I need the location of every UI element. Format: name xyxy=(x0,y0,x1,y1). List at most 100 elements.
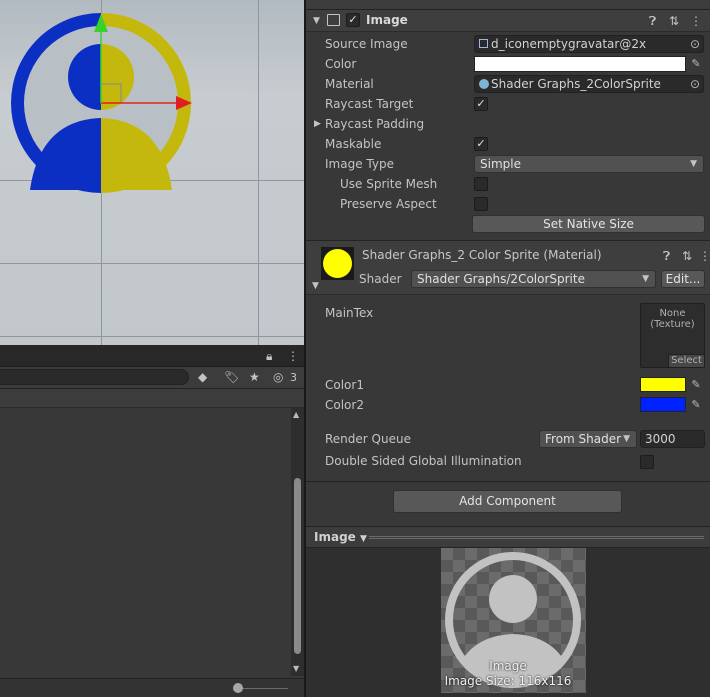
shader-value: Shader Graphs/2ColorSprite xyxy=(417,272,585,286)
preview-tab-label: Image xyxy=(314,530,356,544)
use-sprite-mesh-checkbox[interactable] xyxy=(474,177,488,191)
image-type-label: Image Type xyxy=(325,157,394,171)
maintex-select-button[interactable]: Select xyxy=(668,354,704,367)
material-row: Material Shader Graphs_2ColorSprite ⊙ xyxy=(306,74,710,94)
source-image-field[interactable]: d_iconemptygravatar@2x ⊙ xyxy=(474,35,704,53)
maskable-checkbox[interactable]: ✓ xyxy=(474,137,488,151)
preview-header: Image ▼ xyxy=(306,526,710,548)
raycast-target-checkbox[interactable]: ✓ xyxy=(474,97,488,111)
inspector-panel: ▼ ✓ Image ❓︎ ⇅ ⋮ Source Image d_iconempt… xyxy=(306,0,710,697)
render-queue-row: Render Queue From Shader ▼ 3000 xyxy=(306,429,710,449)
color1-label: Color1 xyxy=(325,378,364,392)
source-image-value: d_iconemptygravatar@2x xyxy=(491,37,647,51)
material-field[interactable]: Shader Graphs_2ColorSprite ⊙ xyxy=(474,75,704,93)
render-queue-label: Render Queue xyxy=(325,432,411,446)
color1-row: Color1 ✎ xyxy=(306,375,710,395)
material-preview-sphere xyxy=(323,249,352,278)
image-component-header[interactable]: ▼ ✓ Image ❓︎ ⇅ ⋮ xyxy=(306,10,710,32)
separator xyxy=(306,481,710,482)
image-type-dropdown[interactable]: Simple ▼ xyxy=(474,155,704,173)
object-picker-icon[interactable]: ⊙ xyxy=(690,36,700,52)
dropdown-arrow-icon: ▼ xyxy=(623,434,630,444)
sprite-icon xyxy=(479,39,488,48)
scroll-up-icon[interactable]: ▲ xyxy=(293,410,299,419)
zoom-slider-track[interactable] xyxy=(238,688,288,689)
maintex-slot[interactable]: None (Texture) Select xyxy=(640,303,705,368)
preview-drag-handle[interactable] xyxy=(369,536,704,539)
set-native-size-button[interactable]: Set Native Size xyxy=(472,215,705,233)
render-queue-dropdown[interactable]: From Shader ▼ xyxy=(539,430,637,448)
preview-tab[interactable]: Image ▼ xyxy=(314,530,367,544)
preview-area: Image Image Size: 116x116 xyxy=(306,548,710,697)
hidden-count: 3 xyxy=(290,371,297,384)
component-menu-icon[interactable]: ⋮ xyxy=(699,249,710,263)
two-color-sprite-graphic[interactable] xyxy=(0,0,304,345)
foldout-collapsed-icon[interactable]: ▶ xyxy=(314,117,321,131)
foldout-expanded-icon[interactable]: ▼ xyxy=(313,14,320,28)
component-title: Image xyxy=(366,13,408,27)
scroll-down-icon[interactable]: ▼ xyxy=(293,664,299,673)
lock-icon[interactable]: 🔒︎ xyxy=(266,349,272,363)
maskable-label: Maskable xyxy=(325,137,382,151)
eyedropper-icon[interactable]: ✎ xyxy=(688,56,704,72)
filter-type-icon[interactable]: ◆ xyxy=(198,370,207,384)
shader-label: Shader xyxy=(359,272,402,286)
scene-view[interactable] xyxy=(0,0,304,345)
color-label: Color xyxy=(325,57,357,71)
material-label: Material xyxy=(325,77,374,91)
dsgi-checkbox[interactable] xyxy=(640,455,654,469)
eyedropper-icon[interactable]: ✎ xyxy=(688,377,704,393)
maintex-type-text: (Texture) xyxy=(650,319,695,330)
color-row: Color ✎ xyxy=(306,54,710,74)
help-icon[interactable]: ❓︎ xyxy=(663,249,670,263)
image-enabled-checkbox[interactable]: ✓ xyxy=(346,13,360,27)
render-queue-mode: From Shader xyxy=(545,432,622,446)
raycast-padding-label: Raycast Padding xyxy=(325,117,425,131)
color2-row: Color2 ✎ xyxy=(306,395,710,415)
add-component-button[interactable]: Add Component xyxy=(393,490,622,513)
color2-label: Color2 xyxy=(325,398,364,412)
component-menu-icon[interactable]: ⋮ xyxy=(690,14,702,28)
hierarchy-footer xyxy=(0,678,304,697)
preset-icon[interactable]: ⇅ xyxy=(669,14,679,28)
source-image-label: Source Image xyxy=(325,37,408,51)
eyedropper-icon[interactable]: ✎ xyxy=(688,397,704,413)
color2-swatch[interactable] xyxy=(640,397,686,412)
image-type-value: Simple xyxy=(480,157,521,171)
shader-dropdown[interactable]: Shader Graphs/2ColorSprite ▼ xyxy=(411,270,656,288)
star-icon[interactable]: ★ xyxy=(249,370,260,384)
dropdown-arrow-icon: ▼ xyxy=(642,274,649,284)
kebab-menu-icon[interactable]: ⋮ xyxy=(287,349,299,363)
hierarchy-search-input[interactable] xyxy=(0,369,189,385)
foldout-expanded-icon[interactable]: ▼ xyxy=(312,279,319,293)
image-component-icon xyxy=(327,14,340,26)
hidden-eye-icon[interactable]: ◎ xyxy=(273,370,283,384)
zoom-slider-handle[interactable] xyxy=(233,683,243,693)
material-icon xyxy=(479,79,489,89)
render-queue-input[interactable]: 3000 xyxy=(640,430,705,448)
tag-icon[interactable]: 🏷︎ xyxy=(224,370,239,384)
object-picker-icon[interactable]: ⊙ xyxy=(690,76,700,92)
dsgi-label: Double Sided Global Illumination xyxy=(325,454,522,468)
preview-caption-name: Image xyxy=(489,659,527,673)
maintex-none-text: None xyxy=(659,308,686,319)
dsgi-row: Double Sided Global Illumination xyxy=(306,451,710,471)
maskable-row: Maskable ✓ xyxy=(306,134,710,154)
hierarchy-column-header xyxy=(0,389,304,408)
help-icon[interactable]: ❓︎ xyxy=(649,14,656,28)
preserve-aspect-row: Preserve Aspect xyxy=(306,194,710,214)
hierarchy-list[interactable] xyxy=(0,408,290,676)
color1-swatch[interactable] xyxy=(640,377,686,392)
scrollbar-thumb[interactable] xyxy=(294,478,301,654)
dropdown-arrow-icon: ▼ xyxy=(359,534,367,544)
preset-icon[interactable]: ⇅ xyxy=(682,249,692,263)
color-swatch[interactable] xyxy=(474,56,686,72)
source-image-row: Source Image d_iconemptygravatar@2x ⊙ xyxy=(306,34,710,54)
material-header: Shader Graphs_2 Color Sprite (Material) … xyxy=(306,241,710,295)
raycast-padding-row[interactable]: ▶ Raycast Padding xyxy=(306,114,710,134)
edit-shader-button[interactable]: Edit... xyxy=(661,270,705,288)
raycast-target-row: Raycast Target ✓ xyxy=(306,94,710,114)
hierarchy-header: 🔒︎ ⋮ xyxy=(0,345,304,367)
preserve-aspect-checkbox[interactable] xyxy=(474,197,488,211)
preserve-aspect-label: Preserve Aspect xyxy=(340,197,437,211)
